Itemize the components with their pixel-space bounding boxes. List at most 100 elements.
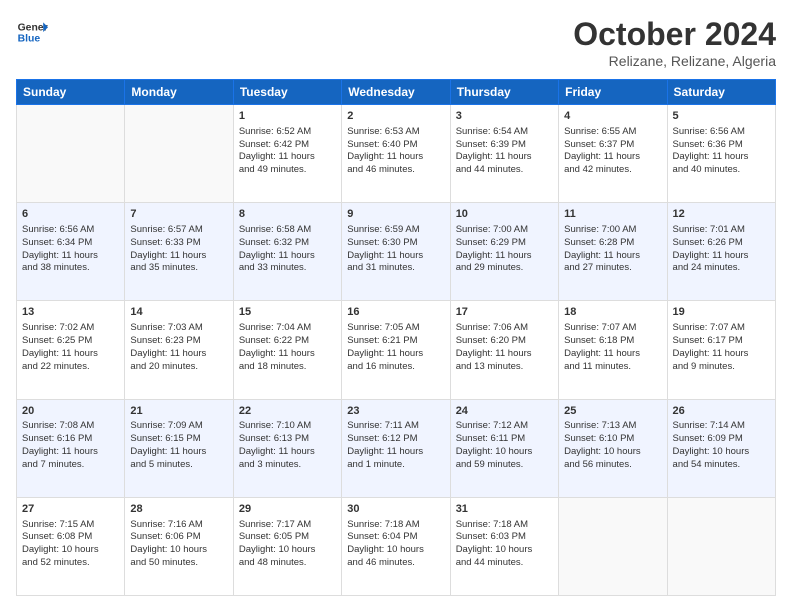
day-info: Sunrise: 7:17 AM Sunset: 6:05 PM Dayligh… xyxy=(239,519,336,570)
day-number: 2 xyxy=(347,109,444,124)
calendar-header-monday: Monday xyxy=(125,80,233,105)
calendar-header-wednesday: Wednesday xyxy=(342,80,450,105)
day-info: Sunrise: 6:56 AM Sunset: 6:36 PM Dayligh… xyxy=(673,126,770,177)
day-number: 10 xyxy=(456,207,553,222)
day-number: 12 xyxy=(673,207,770,222)
day-number: 19 xyxy=(673,305,770,320)
day-info: Sunrise: 7:01 AM Sunset: 6:26 PM Dayligh… xyxy=(673,224,770,275)
day-number: 17 xyxy=(456,305,553,320)
calendar-header-sunday: Sunday xyxy=(17,80,125,105)
day-info: Sunrise: 6:53 AM Sunset: 6:40 PM Dayligh… xyxy=(347,126,444,177)
calendar-cell: 1 Sunrise: 6:52 AM Sunset: 6:42 PM Daylig… xyxy=(233,105,341,203)
calendar-cell: 28 Sunrise: 7:16 AM Sunset: 6:06 PM Dayli… xyxy=(125,497,233,595)
calendar-cell: 5 Sunrise: 6:56 AM Sunset: 6:36 PM Daylig… xyxy=(667,105,775,203)
logo-icon: General Blue xyxy=(16,16,48,48)
calendar-week-row: 6 Sunrise: 6:56 AM Sunset: 6:34 PM Daylig… xyxy=(17,203,776,301)
calendar-cell xyxy=(667,497,775,595)
calendar-cell: 15Sunrise: 7:04 AM Sunset: 6:22 PM Dayli… xyxy=(233,301,341,399)
calendar-cell: 24Sunrise: 7:12 AM Sunset: 6:11 PM Dayli… xyxy=(450,399,558,497)
calendar-body: 1 Sunrise: 6:52 AM Sunset: 6:42 PM Daylig… xyxy=(17,105,776,596)
day-info: Sunrise: 7:11 AM Sunset: 6:12 PM Dayligh… xyxy=(347,420,444,471)
calendar-cell: 2 Sunrise: 6:53 AM Sunset: 6:40 PM Daylig… xyxy=(342,105,450,203)
day-number: 1 xyxy=(239,109,336,124)
day-info: Sunrise: 7:00 AM Sunset: 6:29 PM Dayligh… xyxy=(456,224,553,275)
calendar-cell: 16 Sunrise: 7:05 AM Sunset: 6:21 PM Dayli… xyxy=(342,301,450,399)
day-number: 3 xyxy=(456,109,553,124)
day-number: 30 xyxy=(347,502,444,517)
day-info: Sunrise: 7:08 AM Sunset: 6:16 PM Dayligh… xyxy=(22,420,119,471)
day-info: Sunrise: 7:16 AM Sunset: 6:06 PM Dayligh… xyxy=(130,519,227,570)
calendar-cell: 31Sunrise: 7:18 AM Sunset: 6:03 PM Dayli… xyxy=(450,497,558,595)
day-number: 24 xyxy=(456,404,553,419)
day-info: Sunrise: 7:09 AM Sunset: 6:15 PM Dayligh… xyxy=(130,420,227,471)
day-number: 5 xyxy=(673,109,770,124)
calendar-cell: 29 Sunrise: 7:17 AM Sunset: 6:05 PM Dayli… xyxy=(233,497,341,595)
calendar-cell: 4Sunrise: 6:55 AM Sunset: 6:37 PM Daylig… xyxy=(559,105,667,203)
calendar-cell: 23Sunrise: 7:11 AM Sunset: 6:12 PM Dayli… xyxy=(342,399,450,497)
calendar-cell: 26Sunrise: 7:14 AM Sunset: 6:09 PM Dayli… xyxy=(667,399,775,497)
day-number: 27 xyxy=(22,502,119,517)
page: General Blue October 2024 Relizane, Reli… xyxy=(0,0,792,612)
calendar-cell: 22Sunrise: 7:10 AM Sunset: 6:13 PM Dayli… xyxy=(233,399,341,497)
day-number: 28 xyxy=(130,502,227,517)
day-info: Sunrise: 6:56 AM Sunset: 6:34 PM Dayligh… xyxy=(22,224,119,275)
calendar-cell: 12 Sunrise: 7:01 AM Sunset: 6:26 PM Dayli… xyxy=(667,203,775,301)
day-info: Sunrise: 6:54 AM Sunset: 6:39 PM Dayligh… xyxy=(456,126,553,177)
day-number: 6 xyxy=(22,207,119,222)
day-number: 18 xyxy=(564,305,661,320)
calendar-header-row: SundayMondayTuesdayWednesdayThursdayFrid… xyxy=(17,80,776,105)
calendar-table: SundayMondayTuesdayWednesdayThursdayFrid… xyxy=(16,79,776,596)
logo: General Blue xyxy=(16,16,48,48)
calendar-week-row: 13Sunrise: 7:02 AM Sunset: 6:25 PM Dayli… xyxy=(17,301,776,399)
calendar-cell: 6 Sunrise: 6:56 AM Sunset: 6:34 PM Daylig… xyxy=(17,203,125,301)
day-number: 26 xyxy=(673,404,770,419)
calendar-header-saturday: Saturday xyxy=(667,80,775,105)
day-info: Sunrise: 7:18 AM Sunset: 6:03 PM Dayligh… xyxy=(456,519,553,570)
day-number: 23 xyxy=(347,404,444,419)
calendar-cell: 7Sunrise: 6:57 AM Sunset: 6:33 PM Daylig… xyxy=(125,203,233,301)
calendar-cell: 20Sunrise: 7:08 AM Sunset: 6:16 PM Dayli… xyxy=(17,399,125,497)
calendar-cell: 19 Sunrise: 7:07 AM Sunset: 6:17 PM Dayli… xyxy=(667,301,775,399)
day-number: 16 xyxy=(347,305,444,320)
day-info: Sunrise: 6:58 AM Sunset: 6:32 PM Dayligh… xyxy=(239,224,336,275)
day-info: Sunrise: 6:59 AM Sunset: 6:30 PM Dayligh… xyxy=(347,224,444,275)
svg-text:Blue: Blue xyxy=(18,34,41,45)
calendar-cell: 25Sunrise: 7:13 AM Sunset: 6:10 PM Dayli… xyxy=(559,399,667,497)
calendar-cell: 27Sunrise: 7:15 AM Sunset: 6:08 PM Dayli… xyxy=(17,497,125,595)
day-info: Sunrise: 7:14 AM Sunset: 6:09 PM Dayligh… xyxy=(673,420,770,471)
day-number: 25 xyxy=(564,404,661,419)
calendar-week-row: 27Sunrise: 7:15 AM Sunset: 6:08 PM Dayli… xyxy=(17,497,776,595)
day-number: 20 xyxy=(22,404,119,419)
calendar-header-friday: Friday xyxy=(559,80,667,105)
calendar-cell xyxy=(125,105,233,203)
calendar-cell: 21Sunrise: 7:09 AM Sunset: 6:15 PM Dayli… xyxy=(125,399,233,497)
calendar-cell: 9Sunrise: 6:59 AM Sunset: 6:30 PM Daylig… xyxy=(342,203,450,301)
calendar-cell: 3 Sunrise: 6:54 AM Sunset: 6:39 PM Daylig… xyxy=(450,105,558,203)
day-number: 15 xyxy=(239,305,336,320)
main-title: October 2024 xyxy=(573,16,776,53)
day-info: Sunrise: 7:18 AM Sunset: 6:04 PM Dayligh… xyxy=(347,519,444,570)
calendar-cell xyxy=(17,105,125,203)
day-number: 29 xyxy=(239,502,336,517)
calendar-cell: 8 Sunrise: 6:58 AM Sunset: 6:32 PM Daylig… xyxy=(233,203,341,301)
day-info: Sunrise: 7:07 AM Sunset: 6:18 PM Dayligh… xyxy=(564,322,661,373)
day-info: Sunrise: 6:57 AM Sunset: 6:33 PM Dayligh… xyxy=(130,224,227,275)
subtitle: Relizane, Relizane, Algeria xyxy=(573,53,776,69)
calendar-cell: 14Sunrise: 7:03 AM Sunset: 6:23 PM Dayli… xyxy=(125,301,233,399)
day-info: Sunrise: 7:05 AM Sunset: 6:21 PM Dayligh… xyxy=(347,322,444,373)
day-info: Sunrise: 6:52 AM Sunset: 6:42 PM Dayligh… xyxy=(239,126,336,177)
calendar-cell: 10 Sunrise: 7:00 AM Sunset: 6:29 PM Dayli… xyxy=(450,203,558,301)
calendar-week-row: 1 Sunrise: 6:52 AM Sunset: 6:42 PM Daylig… xyxy=(17,105,776,203)
calendar-header-tuesday: Tuesday xyxy=(233,80,341,105)
calendar-cell: 17 Sunrise: 7:06 AM Sunset: 6:20 PM Dayli… xyxy=(450,301,558,399)
day-info: Sunrise: 7:07 AM Sunset: 6:17 PM Dayligh… xyxy=(673,322,770,373)
day-info: Sunrise: 7:02 AM Sunset: 6:25 PM Dayligh… xyxy=(22,322,119,373)
calendar-cell: 13Sunrise: 7:02 AM Sunset: 6:25 PM Dayli… xyxy=(17,301,125,399)
calendar-cell: 11Sunrise: 7:00 AM Sunset: 6:28 PM Dayli… xyxy=(559,203,667,301)
day-number: 8 xyxy=(239,207,336,222)
day-info: Sunrise: 6:55 AM Sunset: 6:37 PM Dayligh… xyxy=(564,126,661,177)
day-number: 14 xyxy=(130,305,227,320)
day-info: Sunrise: 7:06 AM Sunset: 6:20 PM Dayligh… xyxy=(456,322,553,373)
day-info: Sunrise: 7:10 AM Sunset: 6:13 PM Dayligh… xyxy=(239,420,336,471)
calendar-cell xyxy=(559,497,667,595)
